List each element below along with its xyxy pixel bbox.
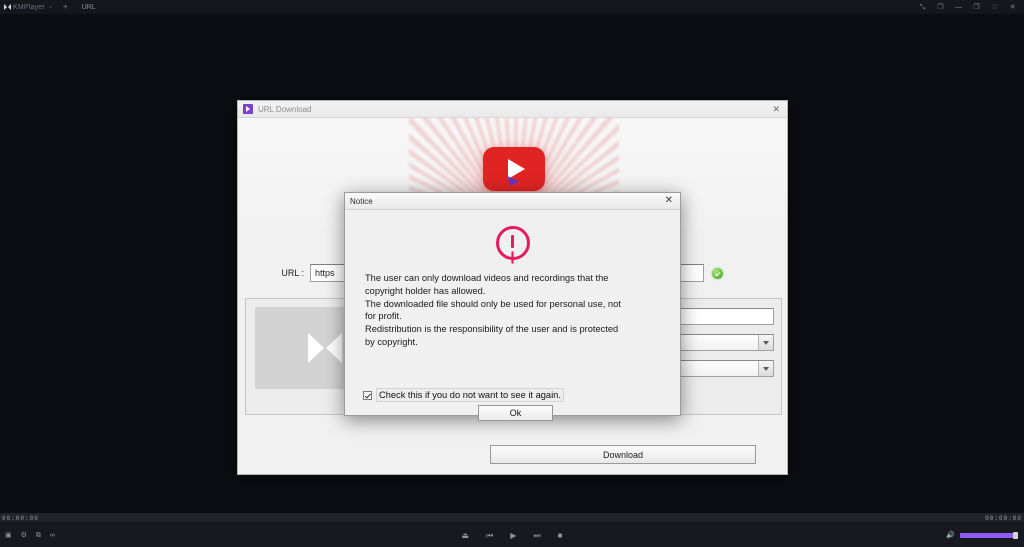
tab-url[interactable]: URL: [78, 3, 100, 12]
app-logo: KMPlayer: [0, 3, 45, 11]
control-row: ⏏ ⏮ ▶ ⏭ ■ ▣ ⚙ ⧉ ∞ 🔊: [0, 523, 1024, 547]
youtube-logo-icon: [482, 147, 545, 191]
restore-icon[interactable]: ∷: [990, 4, 999, 11]
url-download-window: URL Download ✕ URL : https Download Noti…: [237, 100, 788, 475]
notice-body: The user can only download videos and re…: [345, 210, 680, 421]
volume-controls: 🔊: [946, 523, 1018, 547]
volume-icon[interactable]: 🔊: [946, 532, 955, 539]
volume-slider-handle[interactable]: [1013, 532, 1018, 539]
elapsed-time-label: 00:00:00: [2, 515, 39, 522]
next-icon[interactable]: ⏭: [533, 531, 540, 540]
pin-icon[interactable]: ⤡: [918, 4, 927, 11]
eject-icon[interactable]: ⏏: [462, 531, 470, 540]
play-icon[interactable]: ▶: [510, 531, 516, 540]
left-controls: ▣ ⚙ ⧉ ∞: [5, 523, 55, 547]
volume-slider[interactable]: [960, 532, 1018, 539]
transport-controls: ⏏ ⏮ ▶ ⏭ ■: [0, 523, 1024, 547]
close-icon[interactable]: ✕: [1008, 4, 1017, 11]
stop-icon[interactable]: ■: [558, 531, 563, 540]
ok-button[interactable]: Ok: [478, 405, 553, 421]
add-tab-button[interactable]: +: [63, 3, 68, 11]
check-circle-green-icon: [712, 267, 723, 279]
url-download-body: URL : https Download Notice ✕ The user c…: [238, 118, 787, 474]
playlist-icon[interactable]: ▣: [5, 532, 12, 539]
player-control-bar: 00:00:00 00:00:00 ⏏ ⏮ ▶ ⏭ ■ ▣ ⚙ ⧉ ∞ 🔊: [0, 513, 1024, 547]
kmplayer-app-window: KMPlayer ⌄ + URL ⤡ ❐ — ❐ ∷ ✕ URL Downloa…: [0, 0, 1024, 547]
notice-title-bar: Notice ✕: [345, 193, 680, 210]
exclamation-circle-icon: [495, 226, 530, 260]
ab-repeat-icon[interactable]: ∞: [50, 532, 55, 539]
seek-bar[interactable]: 00:00:00 00:00:00: [0, 514, 1024, 523]
notice-close-button[interactable]: ✕: [663, 196, 675, 206]
minimize-icon[interactable]: —: [954, 4, 963, 11]
kmplayer-bowtie-icon: [308, 333, 342, 363]
dont-show-again-label: Check this if you do not want to see it …: [376, 388, 564, 402]
notice-dialog: Notice ✕ The user can only download vide…: [344, 192, 681, 421]
maximize-icon[interactable]: ❐: [972, 4, 981, 11]
url-download-close-button[interactable]: ✕: [770, 104, 782, 114]
screenshot-icon[interactable]: ❐: [936, 4, 945, 11]
dont-show-again-checkbox[interactable]: Check this if you do not want to see it …: [363, 388, 564, 402]
window-controls: ⤡ ❐ — ❐ ∷ ✕: [918, 4, 1024, 11]
play-badge-icon: [243, 104, 253, 114]
notice-title-label: Notice: [350, 196, 373, 206]
volume-slider-fill: [960, 533, 1014, 538]
chevron-down-icon[interactable]: [758, 335, 773, 350]
notice-message: The user can only download videos and re…: [365, 273, 621, 347]
checkbox-icon[interactable]: [363, 390, 372, 400]
app-brand-label: KMPlayer: [13, 3, 45, 11]
kmplayer-bowtie-icon: [4, 3, 11, 11]
chevron-down-icon[interactable]: [758, 361, 773, 376]
url-label: URL :: [281, 268, 304, 278]
video-stage[interactable]: URL Download ✕ URL : https Download Noti…: [0, 15, 1024, 513]
download-button[interactable]: Download: [490, 445, 756, 464]
chevron-down-icon[interactable]: ⌄: [48, 4, 53, 10]
previous-icon[interactable]: ⏮: [486, 531, 493, 540]
app-title-bar: KMPlayer ⌄ + URL ⤡ ❐ — ❐ ∷ ✕: [0, 0, 1024, 15]
capture-icon[interactable]: ⧉: [36, 532, 41, 539]
url-download-title-bar: URL Download ✕: [238, 101, 787, 118]
settings-icon[interactable]: ⚙: [21, 532, 27, 539]
total-time-label: 00:00:00: [985, 515, 1022, 522]
url-download-title-label: URL Download: [258, 104, 312, 114]
